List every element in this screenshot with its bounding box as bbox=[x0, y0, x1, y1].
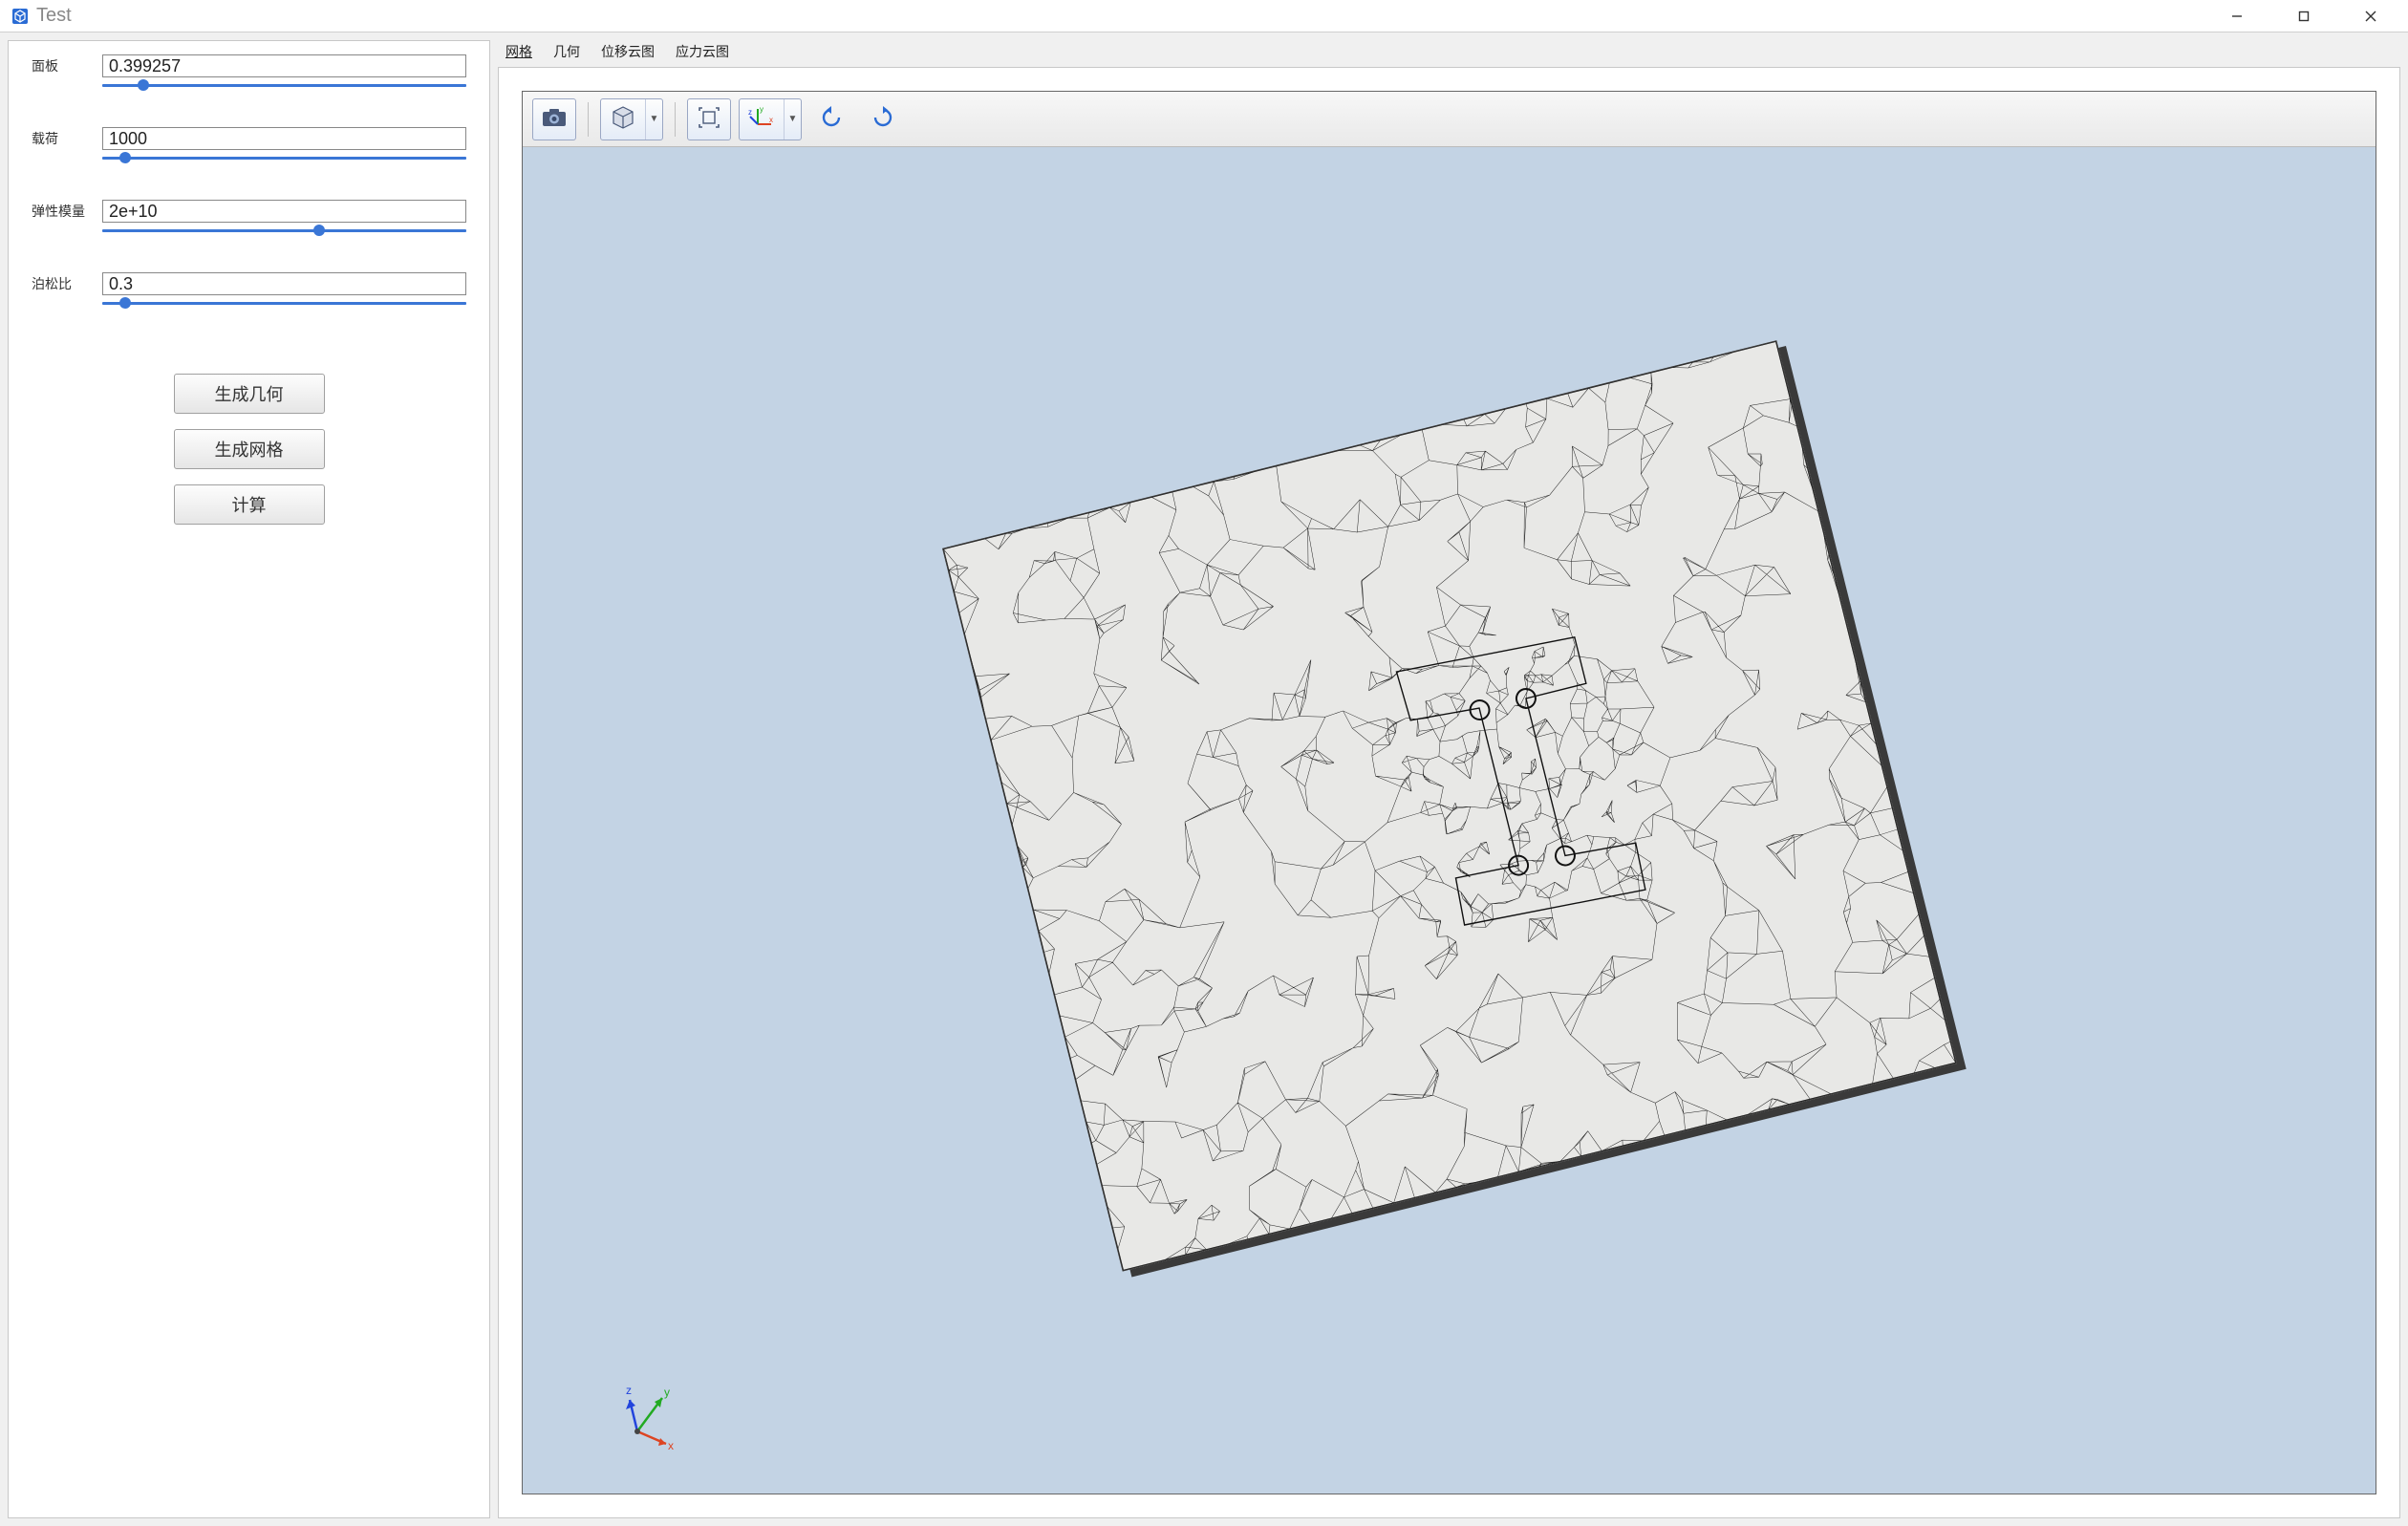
param-label: 泊松比 bbox=[32, 272, 93, 293]
rotate-ccw-button[interactable] bbox=[809, 98, 853, 140]
poisson-slider[interactable] bbox=[102, 297, 466, 309]
axes-button[interactable]: x y z bbox=[740, 99, 784, 140]
svg-text:y: y bbox=[760, 105, 763, 114]
window-title: Test bbox=[36, 5, 72, 27]
close-button[interactable] bbox=[2337, 0, 2404, 32]
rotate-ccw-icon bbox=[818, 105, 845, 133]
fit-icon bbox=[697, 105, 721, 133]
plate-input[interactable] bbox=[102, 54, 466, 77]
render-canvas[interactable]: x y z bbox=[523, 147, 2376, 1494]
load-slider[interactable] bbox=[102, 152, 466, 163]
generate-mesh-button[interactable]: 生成网格 bbox=[174, 429, 325, 469]
toolbar-separator bbox=[675, 102, 676, 137]
view-cube-group: ▼ bbox=[600, 98, 663, 140]
action-buttons: 生成几何 生成网格 计算 bbox=[32, 374, 466, 525]
param-poisson: 泊松比 bbox=[32, 272, 466, 309]
fit-view-button[interactable] bbox=[687, 98, 731, 140]
compute-button[interactable]: 计算 bbox=[174, 484, 325, 525]
rotate-cw-icon bbox=[870, 105, 896, 133]
viewport-toolbar: ▼ bbox=[523, 92, 2376, 147]
parameters-panel: 面板 载荷 弹性模量 泊松比 bbox=[8, 40, 490, 1518]
param-load: 载荷 bbox=[32, 127, 466, 163]
view-cube-button[interactable] bbox=[601, 99, 645, 140]
svg-text:y: y bbox=[664, 1386, 670, 1399]
tab-mesh[interactable]: 网格 bbox=[504, 40, 534, 63]
view-cube-dropdown[interactable]: ▼ bbox=[645, 99, 662, 140]
screenshot-button[interactable] bbox=[532, 98, 576, 140]
plate-slider[interactable] bbox=[102, 79, 466, 91]
mesh-plate bbox=[942, 340, 1957, 1272]
axes-dropdown[interactable]: ▼ bbox=[784, 99, 801, 140]
viewport-container: ▼ bbox=[498, 68, 2400, 1518]
tab-displacement[interactable]: 位移云图 bbox=[599, 40, 656, 63]
poisson-input[interactable] bbox=[102, 272, 466, 295]
minimize-button[interactable] bbox=[2204, 0, 2270, 32]
svg-text:x: x bbox=[668, 1439, 674, 1452]
app-icon bbox=[10, 6, 31, 27]
modulus-slider[interactable] bbox=[102, 225, 466, 236]
param-plate: 面板 bbox=[32, 54, 466, 91]
right-panel: 网格 几何 位移云图 应力云图 bbox=[498, 40, 2400, 1518]
axes-group: x y z ▼ bbox=[739, 98, 802, 140]
generate-geometry-button[interactable]: 生成几何 bbox=[174, 374, 325, 414]
result-tabs: 网格 几何 位移云图 应力云图 bbox=[498, 40, 2400, 68]
load-input[interactable] bbox=[102, 127, 466, 150]
titlebar: Test bbox=[0, 0, 2408, 32]
modulus-input[interactable] bbox=[102, 200, 466, 223]
orientation-triad: x y z bbox=[609, 1379, 685, 1455]
svg-text:z: z bbox=[626, 1384, 632, 1397]
toolbar-separator bbox=[588, 102, 589, 137]
param-label: 弹性模量 bbox=[32, 200, 93, 221]
param-label: 面板 bbox=[32, 54, 93, 75]
viewport: ▼ bbox=[522, 91, 2376, 1494]
maximize-button[interactable] bbox=[2270, 0, 2337, 32]
svg-text:x: x bbox=[769, 116, 773, 124]
axes-icon: x y z bbox=[748, 105, 775, 133]
main-layout: 面板 载荷 弹性模量 泊松比 bbox=[0, 32, 2408, 1526]
cube-icon bbox=[610, 105, 636, 133]
tab-geometry[interactable]: 几何 bbox=[551, 40, 582, 63]
param-label: 载荷 bbox=[32, 127, 93, 148]
rotate-cw-button[interactable] bbox=[861, 98, 905, 140]
tab-stress[interactable]: 应力云图 bbox=[674, 40, 731, 63]
param-modulus: 弹性模量 bbox=[32, 200, 466, 236]
svg-text:z: z bbox=[748, 108, 752, 117]
camera-icon bbox=[541, 107, 568, 131]
